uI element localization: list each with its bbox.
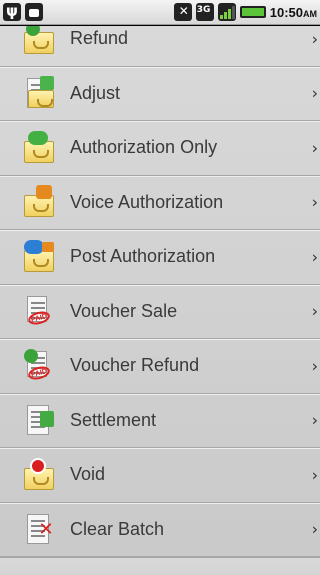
post-authorization-icon (22, 239, 56, 274)
menu-item-label: Adjust (70, 82, 121, 103)
settlement-icon (22, 403, 56, 437)
signal-icon (217, 3, 236, 21)
transaction-menu-list[interactable]: Refund › Adjust › Authorization Only › V… (0, 26, 320, 575)
chevron-right-icon: › (311, 410, 318, 430)
notification-icon (25, 3, 43, 21)
menu-item-voice-authorization[interactable]: Voice Authorization › (0, 176, 320, 230)
chevron-right-icon: › (311, 83, 318, 103)
chevron-right-icon: › (311, 356, 318, 376)
void-icon (22, 457, 56, 492)
menu-item-label: Voice Authorization (70, 191, 224, 212)
clock-ampm: AM (303, 8, 317, 19)
clock-time: 10:50 (269, 4, 303, 20)
battery-icon (239, 6, 266, 18)
menu-item-label: Settlement (70, 409, 157, 430)
mute-icon (173, 3, 192, 21)
chevron-right-icon: › (311, 465, 318, 485)
clock: 10:50AM (270, 5, 317, 20)
status-bar: 10:50AM (0, 0, 320, 25)
menu-item-label: Void (70, 464, 106, 485)
chevron-right-icon: › (311, 519, 318, 539)
adjust-icon (22, 76, 56, 110)
refund-icon (22, 26, 56, 56)
voucher-refund-icon: PAID (22, 348, 56, 383)
network-3g-icon (195, 3, 214, 21)
menu-item-label: Voucher Refund (70, 355, 200, 376)
menu-item-label: Authorization Only (70, 137, 218, 158)
list-footer-space (0, 557, 320, 575)
menu-item-refund[interactable]: Refund › (0, 26, 320, 67)
chevron-right-icon: › (311, 29, 318, 49)
chevron-right-icon: › (311, 138, 318, 158)
menu-item-label: Clear Batch (70, 518, 165, 539)
clear-batch-icon: ✕ (22, 512, 56, 546)
voice-authorization-icon (22, 185, 56, 219)
chevron-right-icon: › (311, 192, 318, 212)
menu-item-voucher-refund[interactable]: PAID Voucher Refund › (0, 339, 320, 394)
voucher-sale-icon: PAID (22, 294, 56, 328)
menu-item-voucher-sale[interactable]: PAID Voucher Sale › (0, 285, 320, 339)
chevron-right-icon: › (311, 247, 318, 267)
menu-item-settlement[interactable]: Settlement › (0, 394, 320, 448)
menu-item-authorization-only[interactable]: Authorization Only › (0, 121, 320, 176)
menu-item-label: Voucher Sale (70, 300, 178, 321)
menu-item-clear-batch[interactable]: ✕ Clear Batch › (0, 503, 320, 557)
usb-icon (3, 2, 21, 21)
menu-item-void[interactable]: Void › (0, 448, 320, 503)
chevron-right-icon: › (311, 301, 318, 321)
menu-item-adjust[interactable]: Adjust › (0, 67, 320, 121)
authorization-only-icon (22, 130, 56, 165)
menu-item-label: Post Authorization (70, 246, 216, 267)
menu-item-label: Refund (70, 28, 129, 49)
menu-item-post-authorization[interactable]: Post Authorization › (0, 230, 320, 285)
